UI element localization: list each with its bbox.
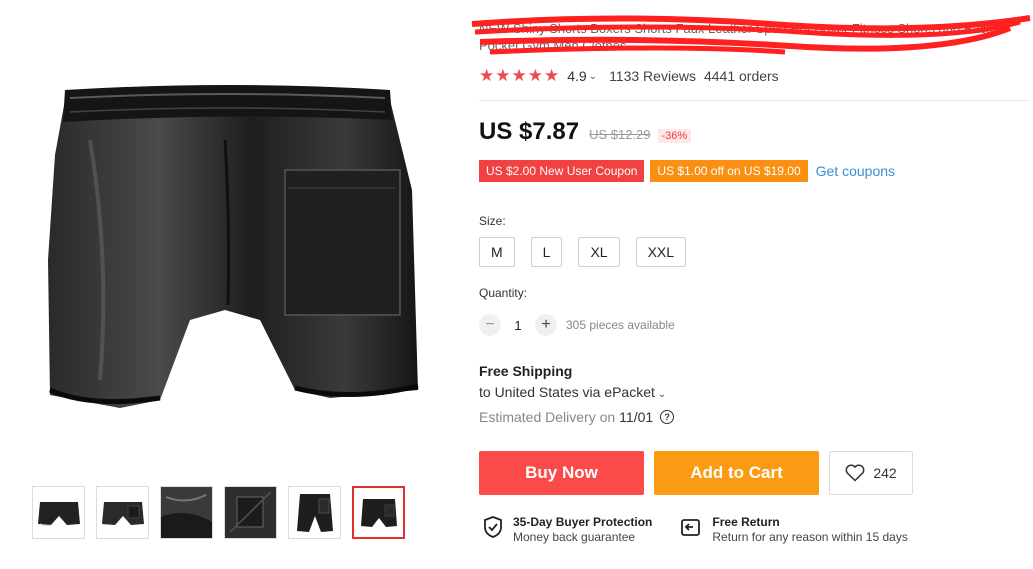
chevron-down-icon[interactable]: ⌄: [589, 71, 597, 82]
free-return-subtitle: Return for any reason within 15 days: [712, 530, 908, 544]
buyer-protection[interactable]: 35-Day Buyer Protection Money back guara…: [482, 515, 652, 545]
estimated-delivery: Estimated Delivery on 11/01 ?: [479, 409, 675, 425]
thumbnail-3[interactable]: [160, 486, 213, 539]
new-user-coupon[interactable]: US $2.00 New User Coupon: [479, 160, 645, 182]
shipping-destination[interactable]: to United States via ePacket ⌄: [479, 384, 666, 400]
guarantees: 35-Day Buyer Protection Money back guara…: [482, 515, 908, 545]
heart-icon: [845, 464, 865, 482]
size-option-l[interactable]: L: [530, 237, 563, 267]
delivery-label: Estimated Delivery on: [479, 409, 616, 425]
reviews-count[interactable]: 1133 Reviews: [609, 68, 696, 84]
wishlist-button[interactable]: 242: [829, 451, 913, 495]
coupon-row: US $2.00 New User Coupon US $1.00 off on…: [479, 160, 895, 182]
buy-now-button[interactable]: Buy Now: [479, 451, 644, 495]
size-option-xxl[interactable]: XXL: [635, 237, 687, 267]
thumbnail-2[interactable]: [96, 486, 149, 539]
discount-badge: -36%: [657, 129, 692, 143]
main-product-image: [30, 60, 430, 460]
current-price: US $7.87: [479, 118, 580, 145]
quantity-decrease-button[interactable]: −: [479, 314, 501, 336]
size-option-xl[interactable]: XL: [578, 237, 620, 267]
quantity-increase-button[interactable]: +: [535, 314, 557, 336]
chevron-down-icon: ⌄: [657, 389, 667, 400]
rating-row: ★★★★★ 4.9 ⌄ 1133 Reviews 4441 orders: [479, 66, 779, 86]
store-coupon[interactable]: US $1.00 off on US $19.00: [650, 160, 808, 182]
delivery-date: 11/01: [619, 409, 654, 425]
return-icon: [681, 519, 701, 536]
wishlist-count: 242: [873, 465, 897, 481]
buyer-protection-title: 35-Day Buyer Protection: [513, 515, 653, 529]
divider: [479, 100, 1029, 101]
free-return-title: Free Return: [712, 515, 780, 529]
rating-score[interactable]: 4.9: [567, 68, 586, 84]
buyer-protection-subtitle: Money back guarantee: [513, 530, 636, 544]
stock-available: 305 pieces available: [566, 318, 675, 332]
action-buttons: Buy Now Add to Cart 242: [479, 451, 913, 495]
add-to-cart-button[interactable]: Add to Cart: [654, 451, 819, 495]
original-price: US $12.29: [589, 127, 651, 142]
shield-check-icon: [484, 516, 502, 538]
thumbnail-6-selected[interactable]: [352, 486, 405, 539]
size-options: M L XL XXL: [479, 237, 687, 267]
shipping-destination-text: to United States via ePacket: [479, 384, 655, 400]
thumbnail-4[interactable]: [224, 486, 277, 539]
thumbnail-5[interactable]: [288, 486, 341, 539]
quantity-value[interactable]: 1: [501, 318, 535, 333]
size-option-m[interactable]: M: [479, 237, 515, 267]
help-icon[interactable]: ?: [660, 410, 675, 424]
get-coupons-link[interactable]: Get coupons: [816, 163, 895, 179]
product-title: NEW Shiny Shorts Boxers Shorts Faux Leat…: [479, 21, 993, 53]
star-rating-icon: ★★★★★: [479, 66, 561, 85]
quantity-label: Quantity:: [479, 286, 528, 300]
thumbnail-strip: [32, 486, 405, 539]
quantity-stepper: − 1 + 305 pieces available: [479, 314, 675, 336]
shipping-title: Free Shipping: [479, 363, 573, 379]
price-row: US $7.87 US $12.29 -36%: [479, 118, 692, 146]
size-label: Size:: [479, 214, 506, 228]
thumbnail-1[interactable]: [32, 486, 85, 539]
free-return[interactable]: Free Return Return for any reason within…: [679, 515, 908, 545]
orders-count: 4441 orders: [703, 68, 779, 84]
